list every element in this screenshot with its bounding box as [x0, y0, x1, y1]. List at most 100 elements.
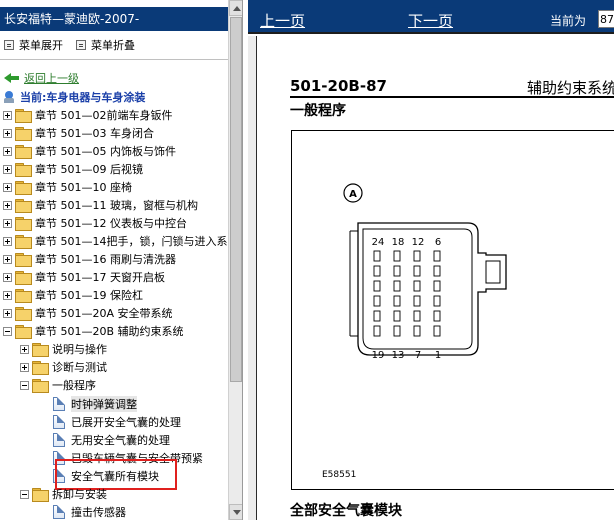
- connector-pin: [413, 280, 421, 292]
- expand-menu-button[interactable]: 菜单展开: [4, 38, 63, 52]
- navigation-tree-pane: 长安福特—蒙迪欧-2007- 菜单展开 菜单折叠 返回上一级 当前:车身电器与车…: [0, 0, 243, 520]
- tree-node-section[interactable]: 说明与操作: [20, 340, 107, 358]
- tree-node-section[interactable]: 诊断与测试: [20, 358, 107, 376]
- expand-toggle-icon[interactable]: [3, 110, 12, 120]
- tree-document-item[interactable]: 已展开安全气囊的处理: [53, 413, 181, 431]
- tree-node-chapter[interactable]: 章节 501—11 玻璃，窗框与机构: [3, 196, 198, 214]
- tree-node-chapter[interactable]: 章节 501—17 天窗开启板: [3, 268, 165, 286]
- collapse-toggle-icon[interactable]: [3, 326, 12, 336]
- expand-toggle-icon[interactable]: [3, 182, 12, 192]
- tree-node-label: 章节 501—20A 安全带系统: [35, 307, 173, 320]
- tree-node-chapter[interactable]: 章节 501—14把手，锁，闩锁与进入系: [3, 232, 228, 250]
- back-up-link[interactable]: 返回上一级: [4, 70, 79, 86]
- current-page-label: 当前为: [550, 14, 587, 28]
- tree-node-label: 一般程序: [52, 379, 96, 392]
- divider: [0, 59, 228, 60]
- connector-pin: [433, 280, 441, 292]
- tree-node-label: 章节 501—09 后视镜: [35, 163, 143, 176]
- expand-toggle-icon[interactable]: [3, 272, 12, 282]
- tree-scrollbar[interactable]: [228, 0, 242, 520]
- connector-pin: [433, 295, 441, 307]
- pin-grid: [373, 250, 441, 337]
- expand-toggle-icon[interactable]: [20, 362, 29, 372]
- folder-icon: [15, 306, 32, 321]
- tree-node-chapter[interactable]: 章节 501—16 雨刷与清洗器: [3, 250, 176, 268]
- figure-code: E58551: [322, 470, 357, 480]
- scroll-thumb[interactable]: [230, 17, 242, 382]
- expand-toggle-icon[interactable]: [3, 218, 12, 228]
- connector-pin: [413, 325, 421, 337]
- expand-toggle-icon[interactable]: [3, 290, 12, 300]
- pin-label: 13: [392, 350, 405, 361]
- tree-node-label: 章节 501—16 雨刷与清洗器: [35, 253, 176, 266]
- connector-pin: [373, 295, 381, 307]
- pin-label: 6: [435, 237, 441, 248]
- expand-toggle-icon[interactable]: [3, 146, 12, 156]
- tree-node-chapter[interactable]: 章节 501—20A 安全带系统: [3, 304, 173, 322]
- tree-node-section[interactable]: 拆卸与安装: [20, 485, 107, 503]
- tree-document-label: 无用安全气囊的处理: [71, 434, 170, 447]
- tree-node-label: 章节 501—19 保险杠: [35, 289, 143, 302]
- current-page-input[interactable]: [598, 10, 614, 28]
- tree-node-chapter[interactable]: 章节 501—19 保险杠: [3, 286, 143, 304]
- expand-toggle-icon[interactable]: [3, 236, 12, 246]
- tree-node-chapter[interactable]: 章节 501—09 后视镜: [3, 160, 143, 178]
- connector-pin: [373, 250, 381, 262]
- tree-document-item[interactable]: 无用安全气囊的处理: [53, 431, 170, 449]
- tree-node-chapter[interactable]: 章节 501—02前端车身钣件: [3, 106, 173, 124]
- tree-document-label: 时钟弹簧调整: [71, 396, 137, 412]
- tree-document-label: 已展开安全气囊的处理: [71, 416, 181, 429]
- pin-labels-top: 24 18 12 6: [372, 237, 442, 248]
- expand-toggle-icon[interactable]: [3, 308, 12, 318]
- page-navigation-bar: 上一页 下一页 当前为: [248, 0, 614, 34]
- tree-node-label: 章节 501—11 玻璃，窗框与机构: [35, 199, 198, 212]
- tree-node-chapter[interactable]: 章节 501—10 座椅: [3, 178, 132, 196]
- connector-pin: [413, 250, 421, 262]
- scroll-down-button[interactable]: [229, 504, 242, 520]
- current-location-label: 当前:车身电器与车身涂装: [20, 91, 146, 104]
- expand-toggle-icon[interactable]: [3, 200, 12, 210]
- folder-icon: [15, 216, 32, 231]
- folder-icon: [15, 198, 32, 213]
- collapse-menu-label: 菜单折叠: [91, 39, 135, 52]
- section-title: 全部安全气囊模块: [290, 503, 402, 519]
- connector-figure: A 24 18 12 6 19 13 7 1 E58551: [291, 130, 614, 490]
- expand-toggle-icon[interactable]: [3, 164, 12, 174]
- folder-open-icon: [32, 378, 49, 393]
- connector-pin: [413, 310, 421, 322]
- tree-document-item[interactable]: 撞击传感器: [53, 503, 126, 520]
- folder-icon: [32, 342, 49, 357]
- document-icon: [53, 415, 65, 429]
- folder-icon: [15, 108, 32, 123]
- collapse-toggle-icon[interactable]: [20, 489, 29, 499]
- expand-menu-label: 菜单展开: [19, 39, 63, 52]
- connector-pin: [393, 325, 401, 337]
- connector-pin: [413, 295, 421, 307]
- next-page-link[interactable]: 下一页: [408, 10, 453, 31]
- folder-open-icon: [32, 487, 49, 502]
- connector-pin: [433, 310, 441, 322]
- tree-node-chapter[interactable]: 章节 501—20B 辅助约束系统: [3, 322, 184, 340]
- tree-node-label: 章节 501—05 内饰板与饰件: [35, 145, 176, 158]
- tree-node-label: 章节 501—02前端车身钣件: [35, 109, 173, 122]
- prev-page-link[interactable]: 上一页: [260, 10, 305, 31]
- tree-node-chapter[interactable]: 章节 501—12 仪表板与中控台: [3, 214, 187, 232]
- tree-node-chapter[interactable]: 章节 501—05 内饰板与饰件: [3, 142, 176, 160]
- folder-icon: [15, 252, 32, 267]
- pin-label: 12: [412, 237, 425, 248]
- current-location: 当前:车身电器与车身涂装: [4, 89, 145, 105]
- scroll-up-button[interactable]: [229, 0, 242, 16]
- tree-node-section[interactable]: 一般程序: [20, 376, 96, 394]
- tree-node-chapter[interactable]: 章节 501—03 车身闭合: [3, 124, 154, 142]
- tree-node-label: 章节 501—03 车身闭合: [35, 127, 154, 140]
- expand-toggle-icon[interactable]: [3, 128, 12, 138]
- expand-toggle-icon[interactable]: [3, 254, 12, 264]
- document-icon: [53, 505, 65, 519]
- collapse-menu-button[interactable]: 菜单折叠: [76, 38, 135, 52]
- collapse-toggle-icon[interactable]: [20, 380, 29, 390]
- tree-document-item[interactable]: 时钟弹簧调整: [53, 395, 137, 413]
- document-icon: [53, 397, 65, 411]
- document-icon: [53, 433, 65, 447]
- folder-icon: [15, 288, 32, 303]
- expand-toggle-icon[interactable]: [20, 344, 29, 354]
